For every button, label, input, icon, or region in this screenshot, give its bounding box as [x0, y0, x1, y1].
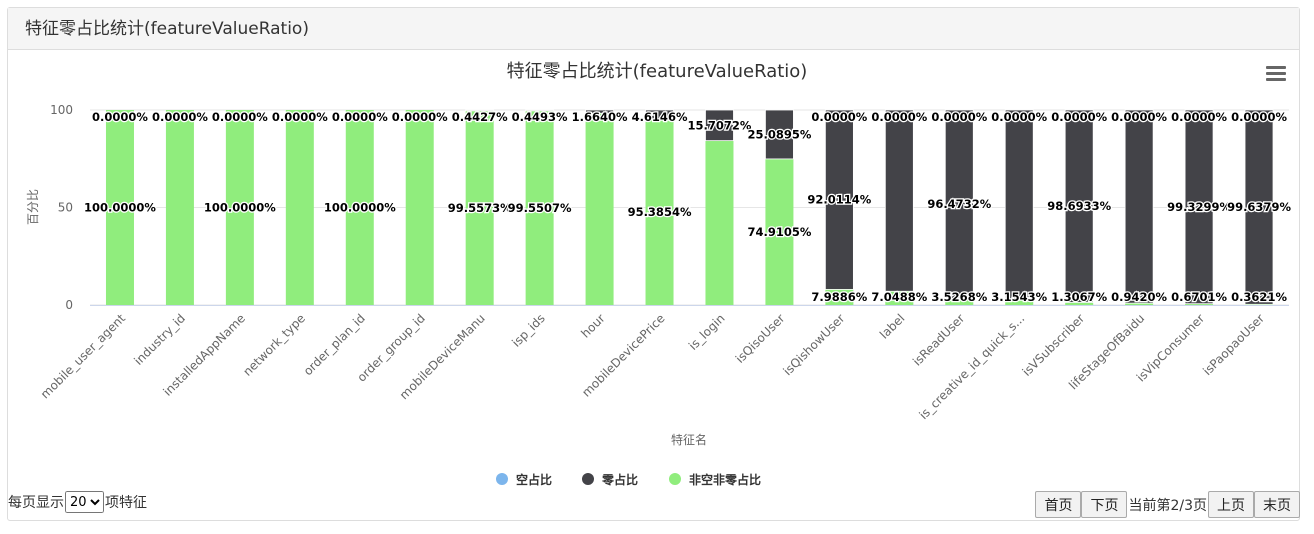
legend-item: 零占比	[601, 472, 638, 487]
x-tick-label: is_login	[686, 311, 728, 353]
y-tick-label: 100	[50, 103, 73, 117]
data-label: 15.7072%	[688, 118, 752, 132]
data-label: 95.3854%	[628, 205, 692, 219]
data-label: 0.0000%	[212, 110, 268, 124]
bar-nonzero	[285, 110, 314, 305]
data-label: 0.0000%	[152, 110, 208, 124]
data-label: 0.0000%	[332, 110, 388, 124]
x-tick-label: mobile_user_agent	[38, 311, 128, 401]
x-tick-label: isVSubscriber	[1020, 311, 1088, 379]
per-page-control: 每页显示 20 项特征	[8, 490, 147, 514]
data-label: 0.0000%	[811, 110, 867, 124]
x-tick-label: isPaopaoUser	[1200, 311, 1267, 378]
data-label: 25.0895%	[747, 127, 811, 141]
y-axis-title: 百分比	[26, 189, 40, 225]
data-label: 100.0000%	[204, 201, 276, 215]
x-tick-label: order_plan_id	[301, 311, 368, 378]
chart-title: 特征零占比统计(featureValueRatio)	[507, 61, 808, 82]
data-label: 0.0000%	[991, 110, 1047, 124]
data-label: 0.0000%	[1171, 110, 1227, 124]
data-label: 99.5573%	[448, 201, 512, 215]
data-label: 4.6146%	[632, 110, 688, 124]
per-page-select[interactable]: 20	[65, 491, 104, 513]
bar-nonzero	[705, 140, 734, 305]
data-label: 74.9105%	[747, 225, 811, 239]
hamburger-menu-icon[interactable]	[1266, 66, 1286, 82]
data-label: 0.0000%	[92, 110, 148, 124]
x-tick-label: isp_ids	[509, 311, 547, 349]
legend-marker	[669, 473, 681, 485]
x-tick-label: industry_id	[131, 311, 188, 368]
legend-item: 非空非零占比	[689, 472, 761, 487]
x-tick-label: isReadUser	[910, 311, 967, 368]
data-label: 0.3621%	[1231, 290, 1287, 304]
page-info: 当前第2/3页	[1128, 497, 1207, 514]
data-label: 98.6933%	[1047, 199, 1111, 213]
per-page-suffix: 项特征	[105, 495, 147, 511]
data-label: 0.0000%	[871, 110, 927, 124]
data-label: 0.0000%	[931, 110, 987, 124]
bar-zero	[1004, 109, 1034, 300]
x-tick-label: label	[877, 311, 907, 341]
data-label: 1.3067%	[1051, 290, 1107, 304]
data-label: 0.0000%	[1111, 110, 1167, 124]
last-page-button[interactable]: 末页	[1254, 491, 1300, 518]
data-label: 7.0488%	[871, 290, 927, 304]
data-label: 7.9886%	[811, 290, 867, 304]
legend-marker	[496, 473, 508, 485]
data-label: 3.5268%	[931, 290, 987, 304]
y-tick-label: 0	[65, 298, 73, 312]
y-tick-label: 50	[58, 201, 73, 215]
x-tick-label: hour	[578, 311, 607, 340]
per-page-prefix: 每页显示	[8, 495, 64, 511]
data-label: 0.0000%	[272, 110, 328, 124]
data-label: 3.1543%	[991, 290, 1047, 304]
stacked-bar-chart: 特征零占比统计(featureValueRatio) 0 50 100 百分比特征名 mo…	[26, 61, 1293, 487]
pagination: 首页 下页 当前第2/3页 上页 末页	[1035, 491, 1300, 518]
data-label: 100.0000%	[324, 201, 396, 215]
data-label: 0.4493%	[512, 110, 568, 124]
legend-item: 空占比	[516, 472, 552, 487]
bar-nonzero	[405, 110, 434, 305]
bar-nonzero	[585, 113, 614, 305]
data-label: 99.5507%	[508, 201, 572, 215]
data-label: 0.0000%	[392, 110, 448, 124]
data-label: 0.0000%	[1231, 110, 1287, 124]
data-label: 100.0000%	[84, 201, 156, 215]
legend-marker	[582, 473, 594, 485]
prev-page-button[interactable]: 上页	[1208, 491, 1254, 518]
bar-zero	[884, 109, 914, 292]
data-label: 0.4427%	[452, 110, 508, 124]
x-tick-label: network_type	[240, 311, 308, 379]
bar-nonzero	[165, 110, 194, 305]
data-label: 0.9420%	[1111, 290, 1167, 304]
data-label: 92.0114%	[807, 193, 871, 207]
data-label: 96.4732%	[927, 197, 991, 211]
x-tick-label: is_creative_id_quick_s...	[916, 311, 1027, 422]
x-axis-title: 特征名	[671, 432, 707, 447]
data-label: 99.6379%	[1227, 200, 1291, 214]
data-label: 0.0000%	[1051, 110, 1107, 124]
x-tick-label: isQishowUser	[781, 311, 848, 378]
x-tick-label: isQisoUser	[733, 311, 788, 366]
data-label: 99.3299%	[1167, 200, 1231, 214]
bar-zero	[1124, 109, 1154, 304]
first-page-button[interactable]: 首页	[1035, 491, 1082, 518]
next-page-button[interactable]: 下页	[1081, 491, 1128, 518]
data-label: 1.6640%	[572, 110, 628, 124]
data-label: 0.6701%	[1171, 290, 1227, 304]
